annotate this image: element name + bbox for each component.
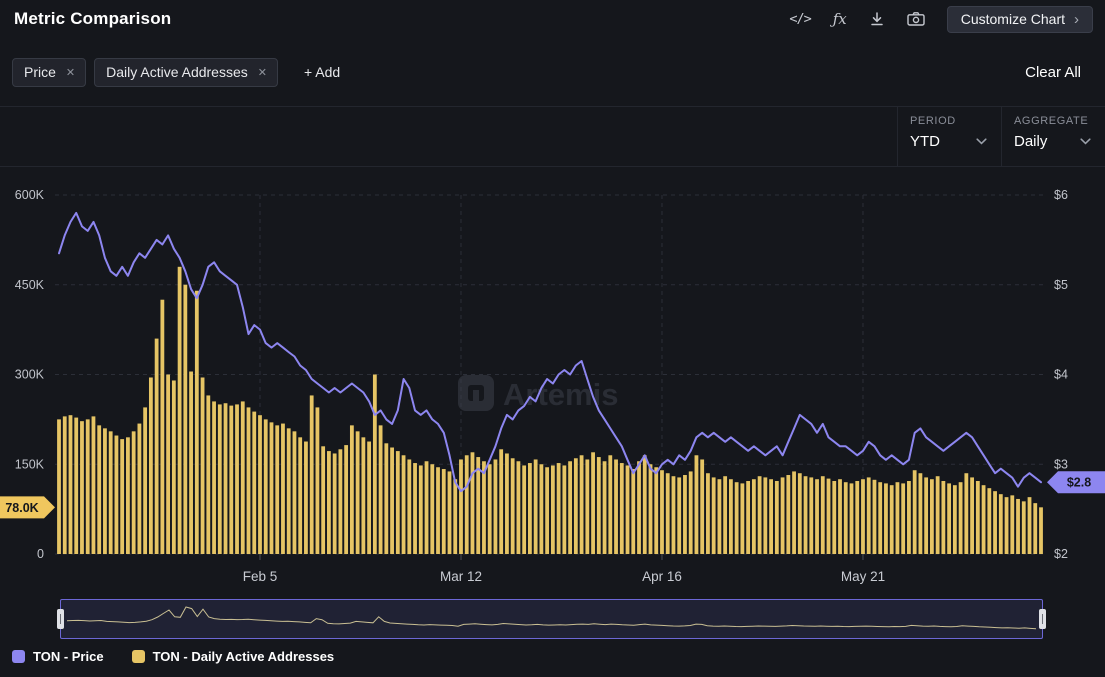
download-icon[interactable] — [869, 11, 885, 27]
svg-text:$6: $6 — [1054, 188, 1068, 202]
chart-canvas[interactable]: 600K $6 450K $5 300K $4 150K $3 0 $2 Feb 5 Mar 12 Ap… — [0, 167, 1105, 591]
chart-controls-row: PERIOD YTD AGGREGATE Daily — [0, 106, 1105, 167]
period-dropdown[interactable]: PERIOD YTD — [897, 107, 1001, 166]
chevron-down-icon — [976, 138, 987, 145]
customize-chart-label: Customize Chart — [961, 11, 1065, 27]
period-value: YTD — [910, 133, 940, 150]
header-toolbar: </> ƒx Customize Chart › — [789, 6, 1093, 33]
add-metric-button[interactable]: + Add — [298, 63, 346, 81]
range-handle-right[interactable] — [1039, 609, 1046, 629]
clear-all-button[interactable]: Clear All — [1019, 63, 1087, 82]
formula-icon[interactable]: ƒx — [833, 10, 847, 28]
legend-label: TON - Price — [33, 649, 104, 664]
svg-text:May 21: May 21 — [841, 569, 885, 584]
legend-item-daily-active-addresses[interactable]: TON - Daily Active Addresses — [132, 649, 335, 664]
svg-text:$5: $5 — [1054, 278, 1068, 292]
chevron-down-icon — [1080, 138, 1091, 145]
aggregate-label: AGGREGATE — [1014, 115, 1091, 127]
range-handle-left[interactable] — [57, 609, 64, 629]
main-chart[interactable]: 600K $6 450K $5 300K $4 150K $3 0 $2 Feb 5 Mar 12 Ap… — [0, 167, 1105, 591]
svg-text:$3: $3 — [1054, 457, 1068, 471]
customize-chart-button[interactable]: Customize Chart › — [947, 6, 1093, 33]
svg-text:$2.8: $2.8 — [1067, 476, 1091, 490]
page-title: Metric Comparison — [14, 9, 171, 29]
svg-text:78.0K: 78.0K — [5, 501, 38, 515]
svg-text:450K: 450K — [15, 278, 45, 292]
metric-chip-label: Price — [24, 64, 56, 80]
daily-active-addresses-swatch-icon — [132, 650, 145, 663]
aggregate-dropdown[interactable]: AGGREGATE Daily — [1001, 107, 1105, 166]
legend: TON - Price TON - Daily Active Addresses — [0, 639, 1105, 664]
aggregate-value: Daily — [1014, 133, 1047, 150]
svg-text:300K: 300K — [15, 368, 45, 382]
remove-icon[interactable]: ✕ — [258, 66, 267, 79]
svg-text:Mar 12: Mar 12 — [440, 569, 482, 584]
remove-icon[interactable]: ✕ — [66, 66, 75, 79]
svg-text:Feb 5: Feb 5 — [243, 569, 278, 584]
svg-text:Apr 16: Apr 16 — [642, 569, 682, 584]
period-label: PERIOD — [910, 115, 987, 127]
metric-chip-daily-active-addresses[interactable]: Daily Active Addresses ✕ — [94, 58, 278, 87]
legend-label: TON - Daily Active Addresses — [153, 649, 335, 664]
svg-text:150K: 150K — [15, 457, 45, 471]
metric-chip-price[interactable]: Price ✕ — [12, 58, 86, 87]
time-range-slider[interactable] — [60, 599, 1043, 639]
embed-code-icon[interactable]: </> — [789, 11, 810, 27]
svg-text:Artemis: Artemis — [503, 377, 618, 412]
metric-comparison-panel: Metric Comparison </> ƒx Customize Chart… — [0, 0, 1105, 664]
metric-filter-bar: Price ✕ Daily Active Addresses ✕ + Add C… — [0, 38, 1105, 106]
svg-text:0: 0 — [37, 547, 44, 561]
metric-chip-label: Daily Active Addresses — [106, 64, 248, 80]
minimap-canvas — [61, 600, 1042, 638]
header: Metric Comparison </> ƒx Customize Chart… — [0, 0, 1105, 38]
svg-text:600K: 600K — [15, 188, 45, 202]
chevron-right-icon: › — [1074, 12, 1079, 27]
svg-text:$4: $4 — [1054, 368, 1068, 382]
camera-icon[interactable] — [907, 11, 925, 27]
price-swatch-icon — [12, 650, 25, 663]
svg-text:$2: $2 — [1054, 547, 1068, 561]
legend-item-price[interactable]: TON - Price — [12, 649, 104, 664]
